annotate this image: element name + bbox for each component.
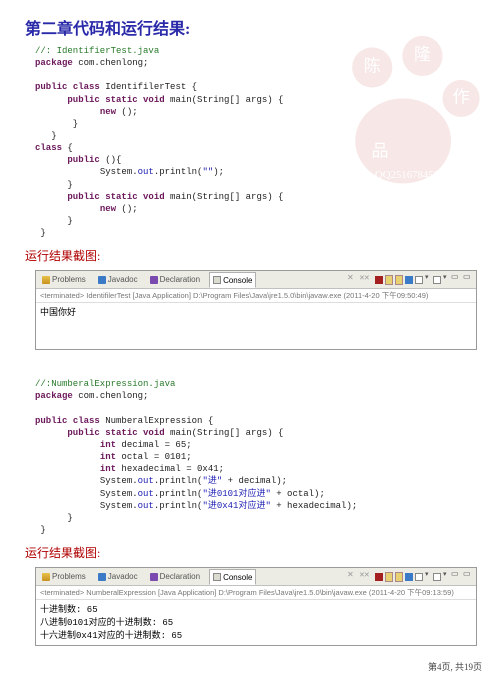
tab-console[interactable]: Console [209,569,256,585]
tab-declaration[interactable]: Declaration [147,572,203,581]
tab-javadoc[interactable]: Javadoc [95,275,141,284]
console-panel-2: Problems Javadoc Declaration Console <te… [35,567,477,646]
tab-label: Problems [52,275,86,284]
remove-all-launches-icon[interactable] [359,275,373,285]
javadoc-icon [98,573,106,581]
page-footer: 第4页, 共19页 [428,660,482,673]
console-dropdown-icon[interactable] [425,275,431,285]
console-tabbar: Problems Javadoc Declaration Console [36,271,476,289]
terminate-icon[interactable] [375,276,383,284]
display-selected-console-icon[interactable] [415,573,423,581]
console-dropdown2-icon[interactable] [443,275,449,285]
tab-label: Javadoc [108,275,138,284]
tab-label: Console [223,573,252,582]
remove-launch-icon[interactable] [347,572,357,582]
console-toolbar [347,275,473,285]
clear-console-icon[interactable] [385,572,393,582]
declaration-icon [150,573,158,581]
problems-icon [42,573,50,581]
tab-label: Problems [52,572,86,581]
console-line: 十进制数: 65 [40,605,98,615]
code-block-identifiertest: //: IdentifierTest.java package com.chen… [35,45,482,239]
tab-problems[interactable]: Problems [39,275,89,284]
tab-javadoc[interactable]: Javadoc [95,572,141,581]
console-caption-1: 运行结果截图: [25,247,482,264]
pin-console-icon[interactable] [405,573,413,581]
console-panel-1: Problems Javadoc Declaration Console <te… [35,270,477,350]
console-toolbar [347,572,473,582]
console-launch-header-2: <terminated> NumberalExpression [Java Ap… [36,586,476,600]
scroll-lock-icon[interactable] [395,572,403,582]
open-console-icon[interactable] [433,276,441,284]
page-title: 第二章代码和运行结果: [25,15,482,39]
open-console-icon[interactable] [433,573,441,581]
terminate-icon[interactable] [375,573,383,581]
tab-declaration[interactable]: Declaration [147,275,203,284]
scroll-lock-icon[interactable] [395,275,403,285]
maximize-icon[interactable] [463,275,473,285]
console-output-1: 中国你好 [36,303,476,349]
clear-console-icon[interactable] [385,275,393,285]
remove-all-launches-icon[interactable] [359,572,373,582]
tab-label: Declaration [160,572,200,581]
console-launch-header-1: <terminated> IdentifilerTest [Java Appli… [36,289,476,303]
remove-launch-icon[interactable] [347,275,357,285]
tab-console[interactable]: Console [209,272,256,288]
minimize-icon[interactable] [451,572,461,582]
console-tabbar: Problems Javadoc Declaration Console [36,568,476,586]
console-caption-2: 运行结果截图: [25,544,482,561]
console-line: 八进制0101对应的十进制数: 65 [40,618,173,628]
tab-label: Javadoc [108,572,138,581]
code-block-numberalexpression: //:NumberalExpression.java package com.c… [35,378,482,536]
console-icon [213,573,221,581]
console-line: 十六进制0x41对应的十进制数: 65 [40,631,182,641]
declaration-icon [150,276,158,284]
minimize-icon[interactable] [451,275,461,285]
tab-label: Console [223,276,252,285]
pin-console-icon[interactable] [405,276,413,284]
console-icon [213,276,221,284]
tab-problems[interactable]: Problems [39,572,89,581]
console-dropdown-icon[interactable] [425,572,431,582]
console-dropdown2-icon[interactable] [443,572,449,582]
maximize-icon[interactable] [463,572,473,582]
problems-icon [42,276,50,284]
console-output-2: 十进制数: 65 八进制0101对应的十进制数: 65 十六进制0x41对应的十… [36,600,476,645]
display-selected-console-icon[interactable] [415,276,423,284]
javadoc-icon [98,276,106,284]
tab-label: Declaration [160,275,200,284]
